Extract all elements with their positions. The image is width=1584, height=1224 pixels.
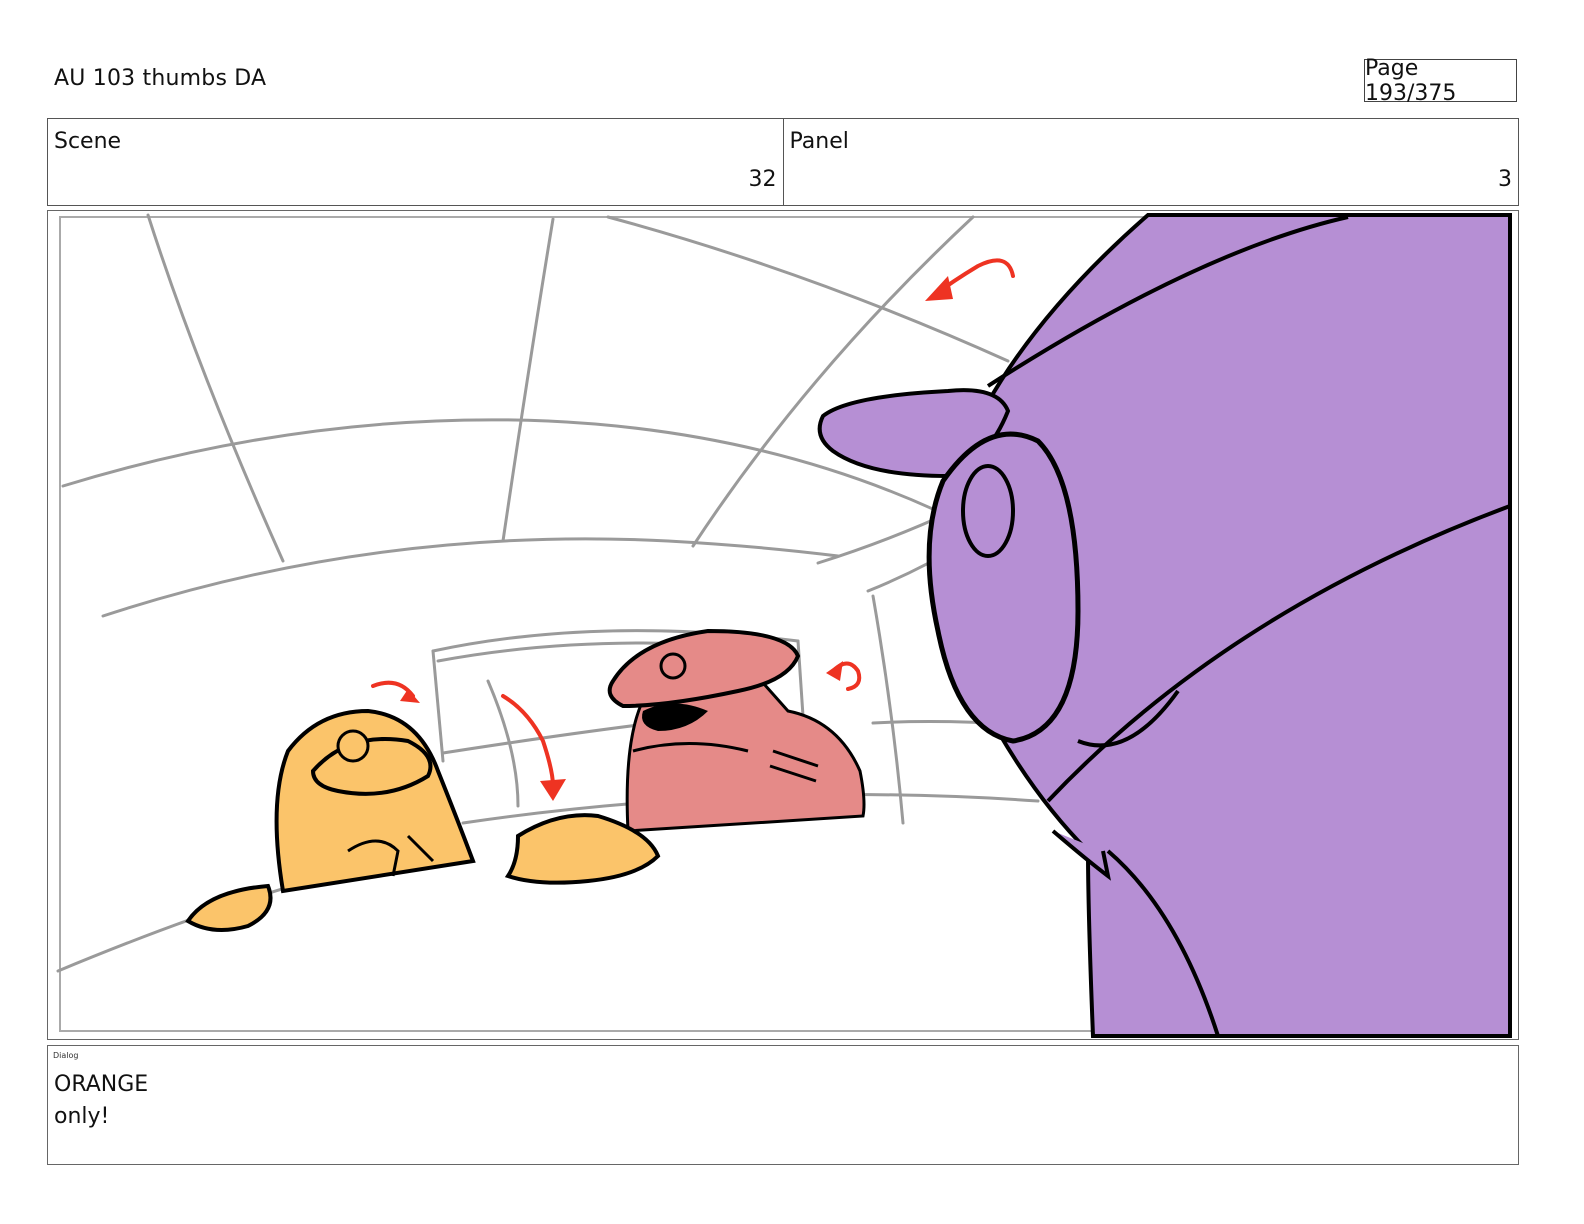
red-character — [607, 628, 866, 833]
panel-cell: Panel 3 — [782, 119, 1519, 205]
dialog-label: Dialog — [53, 1051, 79, 1060]
dialog-box: Dialog ORANGE only! — [47, 1045, 1519, 1165]
storyboard-panel — [47, 210, 1519, 1040]
panel-number: 3 — [1498, 167, 1512, 192]
dialog-line: ORANGE — [54, 1072, 149, 1097]
storyboard-drawing — [56, 213, 1512, 1038]
scene-label: Scene — [54, 129, 122, 154]
purple-character — [817, 213, 1512, 1038]
scene-cell: Scene 32 — [48, 119, 783, 205]
orange-character — [185, 708, 661, 932]
scene-panel-info: Scene 32 Panel 3 — [47, 118, 1519, 206]
panel-label: Panel — [789, 129, 849, 154]
scene-number: 32 — [748, 167, 777, 192]
document-title: AU 103 thumbs DA — [54, 66, 267, 91]
dialog-line: only! — [54, 1104, 110, 1129]
page-indicator: Page 193/375 — [1364, 56, 1517, 106]
